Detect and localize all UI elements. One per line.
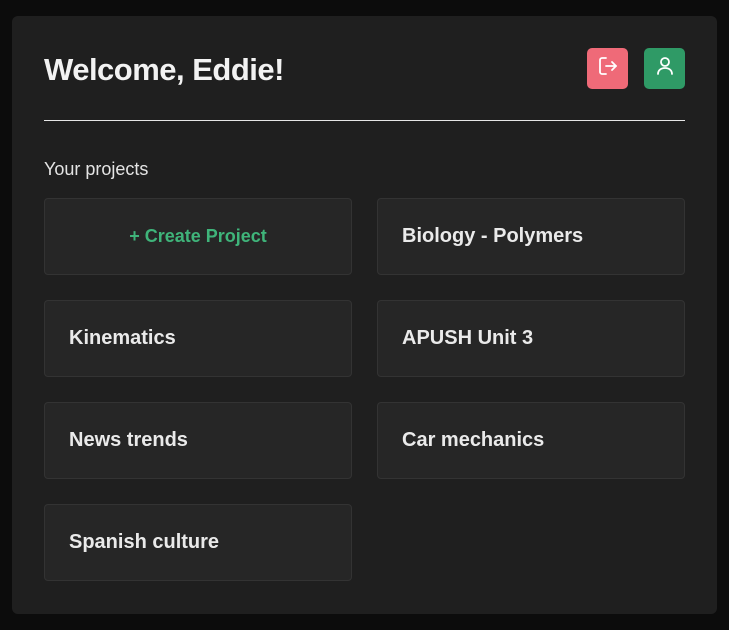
project-name: Car mechanics	[402, 429, 545, 451]
project-card[interactable]: Kinematics	[44, 300, 352, 377]
project-card[interactable]: APUSH Unit 3	[377, 300, 685, 377]
section-label: Your projects	[44, 159, 149, 179]
header-divider	[44, 120, 685, 121]
project-card[interactable]: Spanish culture	[44, 504, 352, 581]
create-project-label: + Create Project	[129, 226, 267, 246]
dashboard-panel: Welcome, Eddie! Your projects + Create P…	[12, 16, 717, 614]
project-name: Biology - Polymers	[402, 225, 584, 247]
create-project-button[interactable]: + Create Project	[44, 198, 352, 275]
project-card[interactable]: Car mechanics	[377, 402, 685, 479]
user-icon	[653, 54, 677, 83]
profile-button[interactable]	[644, 48, 685, 89]
project-name: News trends	[69, 429, 188, 451]
logout-button[interactable]	[587, 48, 628, 89]
project-name: APUSH Unit 3	[402, 327, 534, 349]
project-name: Kinematics	[69, 327, 176, 349]
logout-icon	[596, 54, 620, 83]
project-card[interactable]: Biology - Polymers	[377, 198, 685, 275]
project-name: Spanish culture	[69, 531, 220, 553]
project-card[interactable]: News trends	[44, 402, 352, 479]
page-title: Welcome, Eddie!	[44, 52, 285, 87]
